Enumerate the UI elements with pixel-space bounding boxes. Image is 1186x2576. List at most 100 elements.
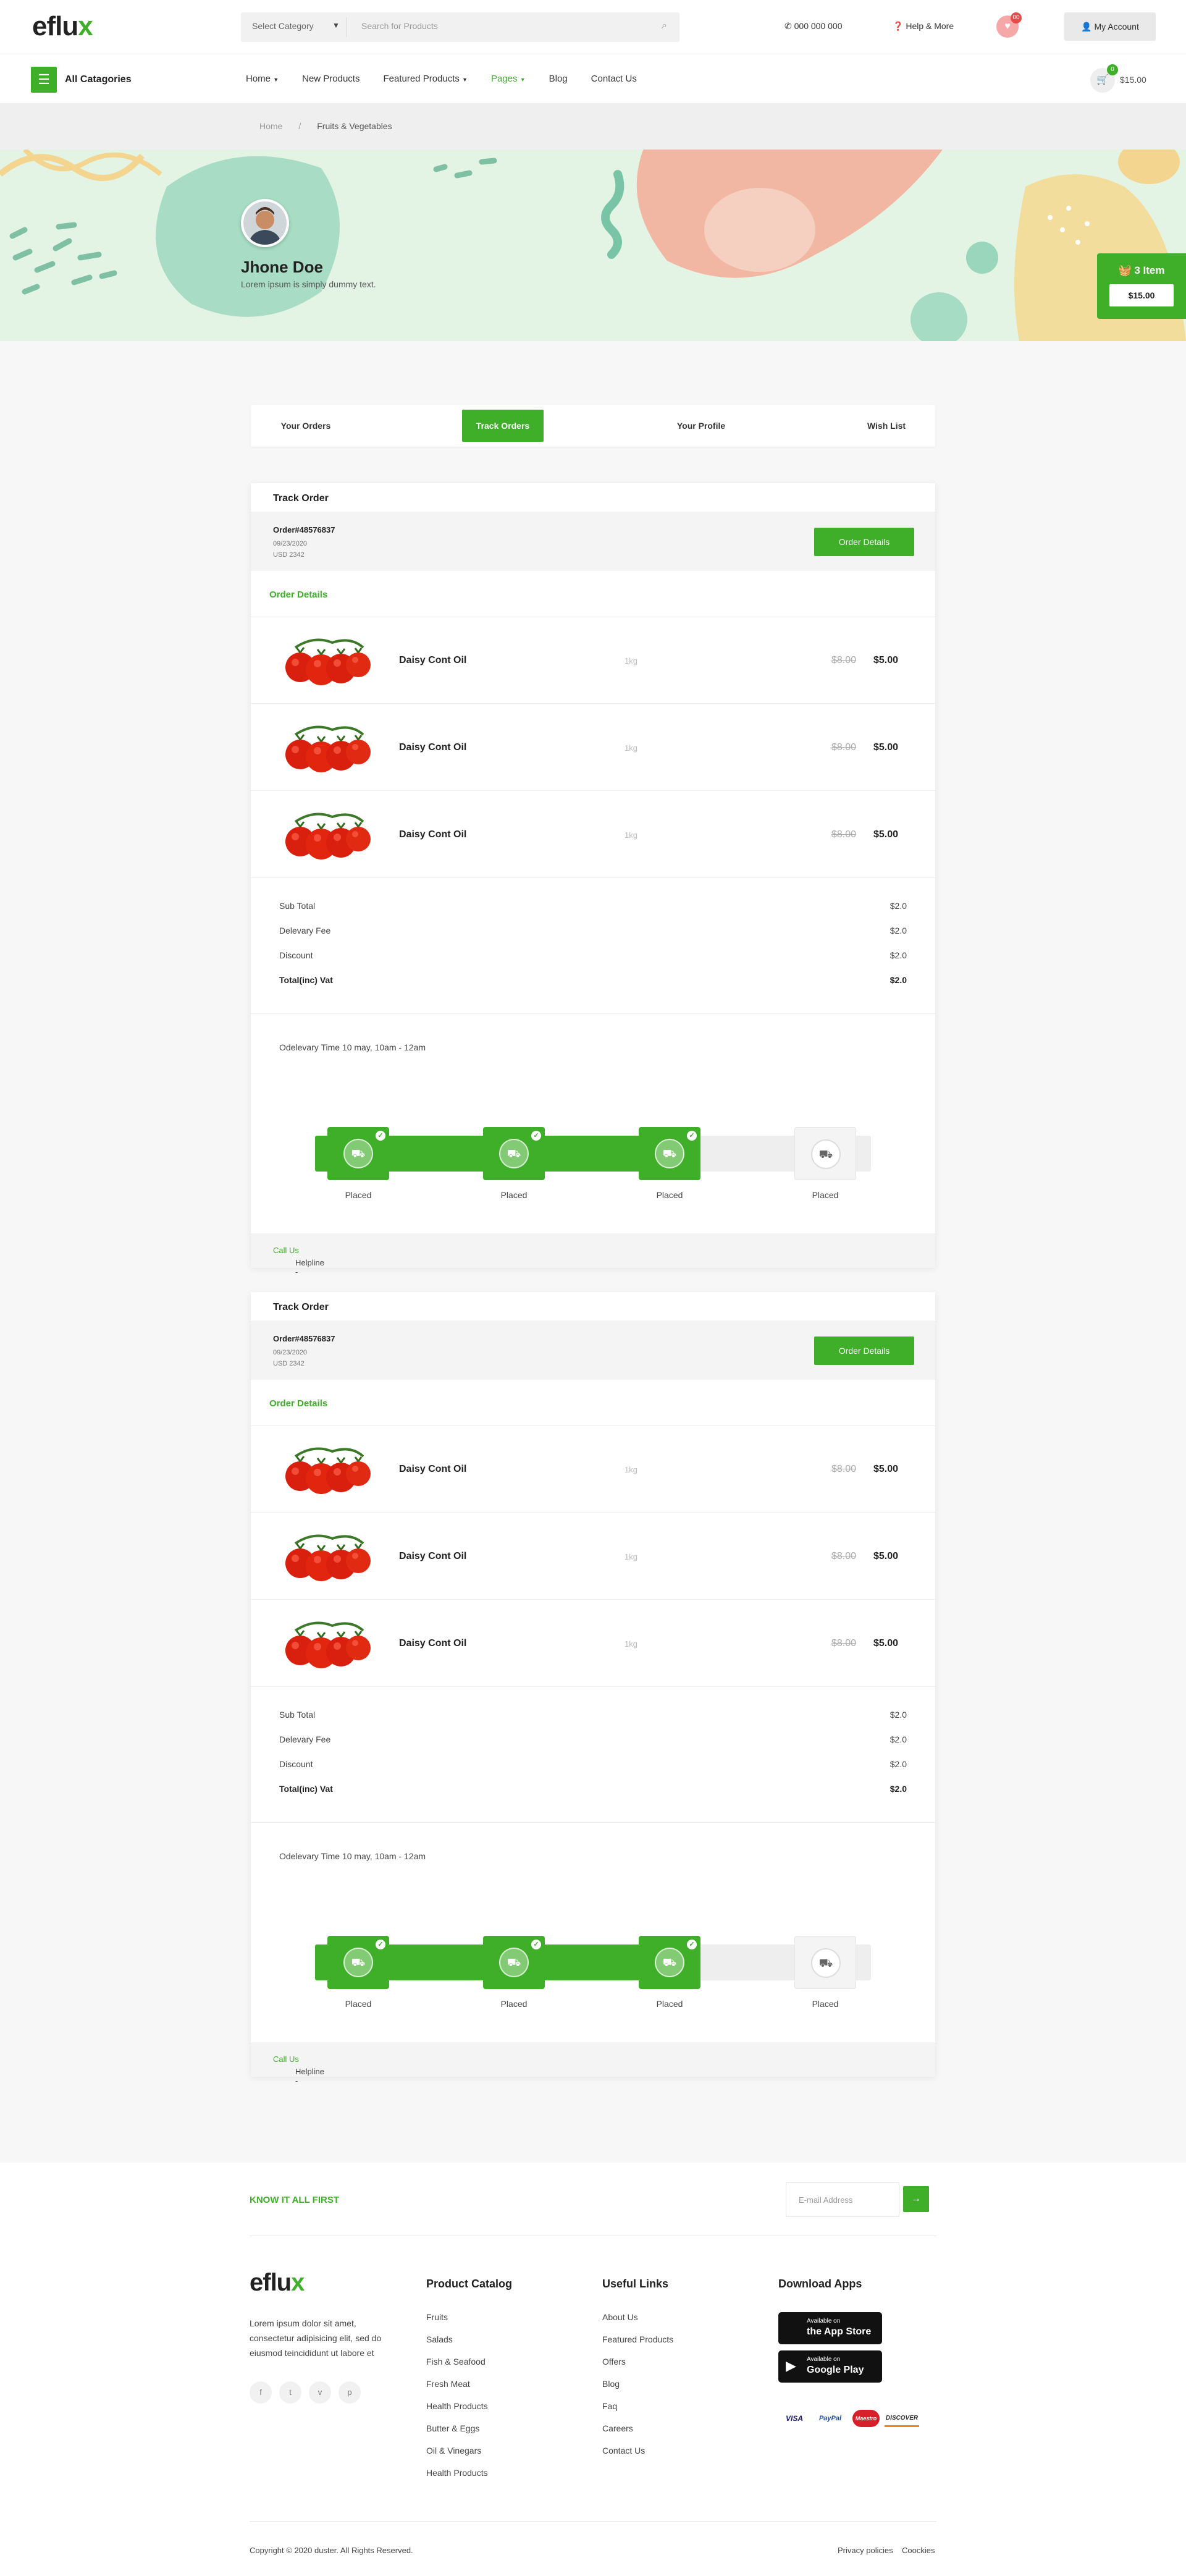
breadcrumb: Home / Fruits & Vegetables xyxy=(259,121,392,131)
summary-row: Total(inc) Vat $2.0 xyxy=(279,975,907,985)
privacy-link[interactable]: Privacy policies xyxy=(838,2546,893,2555)
footer-link[interactable]: Health Products xyxy=(426,2401,488,2411)
tracking-step[interactable]: ⛟ ✓ xyxy=(327,1127,389,1180)
tab-your-profile[interactable]: Your Profile xyxy=(658,410,744,442)
product-name[interactable]: Daisy Cont Oil xyxy=(399,1464,466,1475)
footer-link[interactable]: Fruits xyxy=(426,2312,448,2322)
divider xyxy=(251,877,935,878)
product-row[interactable]: Daisy Cont Oil 1kg $8.00 $5.00 xyxy=(251,791,935,877)
category-select[interactable]: Select Category xyxy=(252,21,314,31)
product-row[interactable]: Daisy Cont Oil 1kg $8.00 $5.00 xyxy=(251,1513,935,1599)
order-amount: USD 2342 xyxy=(273,551,305,559)
my-account-button[interactable]: 👤 My Account xyxy=(1064,12,1156,41)
search-input[interactable]: Search for Products xyxy=(361,21,438,31)
summary-value: $2.0 xyxy=(890,1710,907,1720)
tracking-step[interactable]: ⛟ xyxy=(794,1127,856,1180)
menu-item-contact-us[interactable]: Contact Us xyxy=(591,74,637,84)
twitter-icon[interactable]: t xyxy=(279,2381,301,2404)
footer-link[interactable]: Health Products xyxy=(426,2468,488,2478)
email-field[interactable]: E-mail Address xyxy=(786,2182,899,2217)
summary-label: Total(inc) Vat xyxy=(279,1784,333,1794)
logo[interactable]: eflux xyxy=(32,11,93,42)
tracking-step[interactable]: ⛟ xyxy=(794,1936,856,1989)
tracking-step[interactable]: ⛟ ✓ xyxy=(483,1936,545,1989)
product-name[interactable]: Daisy Cont Oil xyxy=(399,742,466,753)
tracking-step[interactable]: ⛟ ✓ xyxy=(483,1127,545,1180)
tracking-step[interactable]: ⛟ ✓ xyxy=(639,1936,700,1989)
mini-cart[interactable]: 🧺 3 Item $15.00 xyxy=(1097,253,1186,319)
links-title: Useful Links xyxy=(602,2278,669,2290)
menu-label: New Products xyxy=(302,74,360,84)
call-us-link[interactable]: Call Us xyxy=(273,2054,299,2064)
product-name[interactable]: Daisy Cont Oil xyxy=(399,1638,466,1649)
all-categories-label: All Catagories xyxy=(65,74,132,85)
footer-link[interactable]: Careers xyxy=(602,2423,633,2433)
footer-link[interactable]: Fresh Meat xyxy=(426,2379,470,2389)
product-name[interactable]: Daisy Cont Oil xyxy=(399,655,466,666)
pinterest-icon[interactable]: p xyxy=(339,2381,361,2404)
cookies-link[interactable]: Coockies xyxy=(902,2546,935,2555)
product-row[interactable]: Daisy Cont Oil 1kg $8.00 $5.00 xyxy=(251,704,935,790)
footer-link[interactable]: Oil & Vinegars xyxy=(426,2446,481,2456)
product-weight: 1kg xyxy=(625,1552,637,1561)
menu-item-home[interactable]: Home ▼ xyxy=(246,74,279,84)
copyright: Copyright © 2020 duster. All Rights Rese… xyxy=(250,2546,413,2555)
help-link[interactable]: ❓ Help & More xyxy=(893,21,954,32)
phone-icon: ✆ xyxy=(784,21,792,31)
tab-your-orders[interactable]: Your Orders xyxy=(263,410,348,442)
chevron-down-icon[interactable]: ▼ xyxy=(332,21,340,30)
summary-label: Delevary Fee xyxy=(279,926,331,935)
call-us-link[interactable]: Call Us xyxy=(273,1246,299,1255)
vimeo-icon[interactable]: v xyxy=(309,2381,331,2404)
catalog-title: Product Catalog xyxy=(426,2278,513,2290)
facebook-icon[interactable]: f xyxy=(250,2381,272,2404)
order-id: Order#48576837 xyxy=(273,1334,335,1343)
app-store-button[interactable]: Available on the App Store xyxy=(778,2312,882,2344)
footer-link[interactable]: Offers xyxy=(602,2357,626,2367)
summary-value: $2.0 xyxy=(890,975,907,985)
footer-link[interactable]: Blog xyxy=(602,2379,620,2389)
phone-text: 000 000 000 xyxy=(794,21,843,31)
menu-icon: ☰ xyxy=(31,67,57,93)
menu-item-featured-products[interactable]: Featured Products ▼ xyxy=(383,74,468,84)
footer-logo[interactable]: eflux xyxy=(250,2269,305,2297)
product-name[interactable]: Daisy Cont Oil xyxy=(399,829,466,840)
product-price: $5.00 xyxy=(873,1551,899,1561)
product-name[interactable]: Daisy Cont Oil xyxy=(399,1551,466,1562)
order-details-button[interactable]: Order Details xyxy=(814,1337,914,1365)
menu-item-new-products[interactable]: New Products xyxy=(302,74,360,84)
tab-wish-list[interactable]: Wish List xyxy=(844,410,929,442)
cart-total: $15.00 xyxy=(1120,75,1146,85)
footer-link[interactable]: Fish & Seafood xyxy=(426,2357,486,2367)
summary-row: Discount $2.0 xyxy=(279,1759,907,1769)
product-row[interactable]: Daisy Cont Oil 1kg $8.00 $5.00 xyxy=(251,1425,935,1512)
tab-track-orders[interactable]: Track Orders xyxy=(462,410,544,442)
subscribe-button[interactable]: → xyxy=(903,2186,929,2212)
top-header: eflux Select Category ▼ Search for Produ… xyxy=(0,0,1186,54)
search-icon[interactable]: ⌕ xyxy=(662,20,667,32)
footer-link[interactable]: Contact Us xyxy=(602,2446,645,2456)
menu-item-blog[interactable]: Blog xyxy=(549,74,568,84)
google-play-button[interactable]: ▶ Available on Google Play xyxy=(778,2350,882,2383)
logo-text: eflu xyxy=(32,11,78,41)
breadcrumb-home[interactable]: Home xyxy=(259,121,282,131)
tracking-step[interactable]: ⛟ ✓ xyxy=(639,1127,700,1180)
store-small: Available on xyxy=(807,2356,841,2363)
tracking-step[interactable]: ⛟ ✓ xyxy=(327,1936,389,1989)
delivery-icon: ⛟ xyxy=(499,1948,529,1977)
step-label: Placed xyxy=(500,1999,528,2009)
footer-link[interactable]: Butter & Eggs xyxy=(426,2423,479,2433)
footer-link[interactable]: Faq xyxy=(602,2401,617,2411)
basket-icon: 🧺 xyxy=(1118,264,1132,276)
footer-link[interactable]: Featured Products xyxy=(602,2334,673,2344)
footer-link[interactable]: About Us xyxy=(602,2312,638,2322)
menu-item-pages[interactable]: Pages ▼ xyxy=(491,74,526,84)
footer-link[interactable]: Salads xyxy=(426,2334,453,2344)
order-details-button[interactable]: Order Details xyxy=(814,528,914,556)
check-icon: ✓ xyxy=(531,1131,541,1141)
avatar[interactable] xyxy=(241,199,289,247)
phone-number[interactable]: ✆ 000 000 000 xyxy=(784,21,842,32)
product-row[interactable]: Daisy Cont Oil 1kg $8.00 $5.00 xyxy=(251,1600,935,1686)
product-row[interactable]: Daisy Cont Oil 1kg $8.00 $5.00 xyxy=(251,617,935,703)
logo-text: eflu xyxy=(250,2269,292,2296)
